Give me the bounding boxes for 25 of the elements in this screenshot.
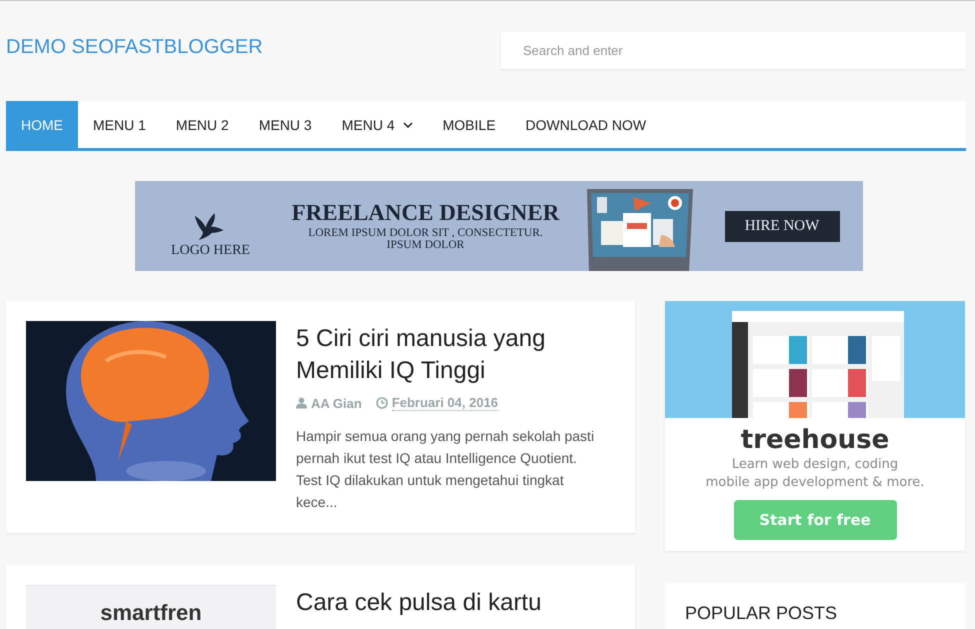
brand-name: treehouse (740, 424, 890, 456)
clock-icon (376, 397, 388, 409)
post-author: AA Gian (311, 396, 362, 410)
brand-logo-text: smartfren (100, 600, 202, 627)
ad-tagline: Learn web design, coding (732, 456, 898, 474)
nav-item[interactable]: MENU 2 (160, 101, 244, 148)
post-title[interactable]: Cara cek pulsa di kartu (296, 587, 615, 619)
widget-title: POPULAR POSTS (685, 603, 838, 623)
nav-item[interactable]: DOWNLOAD NOW (510, 101, 662, 148)
logo-text: LOGO HERE (171, 242, 250, 258)
banner-subline: LOREM IPSUM DOLOR SIT , CONSECTETUR. (308, 228, 543, 240)
banner-ad[interactable]: LOGO HERE FREELANCE DESIGNER LOREM IPSUM DOLOR SIT , CONSECTETUR. IPSUM DOLOR HIRE NOW (134, 181, 862, 271)
user-icon (296, 397, 307, 409)
nav-item[interactable]: MENU 1 (78, 101, 161, 148)
post-excerpt: Hampir semua orang yang pernah sekolah pasti pernah ikut test IQ atau Intelligence Quotient. Test IQ dilakukan untuk mengetahui tingkat kece... (296, 427, 596, 512)
search-field[interactable]: Search and enter (501, 32, 966, 69)
banner-subline: IPSUM DOLOR (386, 240, 464, 251)
sidebar-ad[interactable]: treehouse Learn web design, coding mobile app development & more. Start for free (665, 301, 965, 551)
hire-now-button[interactable]: HIRE NOW (724, 210, 840, 242)
ad-tagline: mobile app development & more. (706, 474, 924, 492)
banner-headline: FREELANCE DESIGNER (292, 201, 560, 224)
post-title[interactable]: 5 Ciri ciri manusia yang Memiliki IQ Tinggi (296, 323, 615, 387)
nav-item[interactable]: MOBILE (428, 101, 511, 148)
nav-item[interactable]: MENU 3 (244, 101, 327, 148)
nav-item[interactable]: MENU 4 (326, 101, 428, 148)
